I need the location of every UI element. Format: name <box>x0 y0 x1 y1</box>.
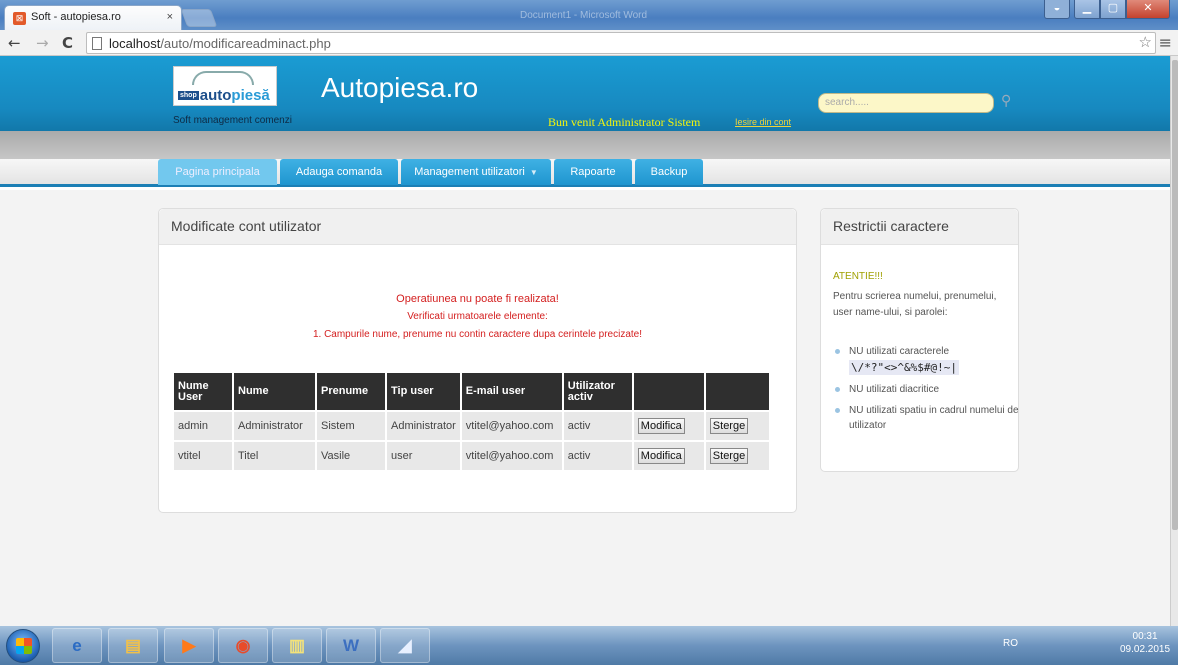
cell-tip: Administrator <box>387 412 460 440</box>
page-icon <box>92 37 102 50</box>
address-bar[interactable]: localhost/auto/modificareadminact.php <box>86 32 1156 54</box>
cell-nume: Administrator <box>234 412 315 440</box>
main-menu: Pagina principala Adauga comanda Managem… <box>0 159 1170 187</box>
error-item: 1. Campurile nume, prenume nu contin car… <box>312 329 643 340</box>
cell-activ: activ <box>563 412 632 440</box>
page-content: Modificate cont utilizator Operatiunea n… <box>0 190 1170 626</box>
logo-text: shop autopiesă <box>178 87 270 104</box>
col-header <box>633 373 704 410</box>
panel-title: Modificate cont utilizator <box>159 209 796 245</box>
start-button[interactable] <box>6 629 40 663</box>
media-player-icon[interactable]: ▶ <box>164 628 214 663</box>
word-icon[interactable]: W <box>326 628 376 663</box>
list-item: NU utilizati diacritice <box>833 382 1019 397</box>
logout-link[interactable]: Iesire din cont <box>735 117 791 127</box>
internet-explorer-icon[interactable]: e <box>52 628 102 663</box>
delete-button[interactable]: Sterge <box>709 448 749 464</box>
list-item: NU utilizati spatiu in cadrul numelui de… <box>833 403 1019 433</box>
tab-management-utilizatori[interactable]: Management utilizatori ▼ <box>401 159 551 185</box>
cell-prenume: Vasile <box>317 442 385 470</box>
col-header: Nume User <box>174 373 232 410</box>
maximize-button[interactable]: ▢ <box>1100 0 1126 19</box>
cell-username: vtitel <box>174 442 232 470</box>
project-icon[interactable]: ▥ <box>272 628 322 663</box>
window-controls: ◒ ▁ ▢ ✕ <box>1044 0 1170 20</box>
tab-backup[interactable]: Backup <box>635 159 703 185</box>
user-icon[interactable]: ◒ <box>1044 0 1070 19</box>
forbidden-characters: \/*?"<>^&%$#@!~| <box>849 360 959 375</box>
restrictions-list: NU utilizati caracterele \/*?"<>^&%$#@!~|… <box>833 344 1019 439</box>
background-window-title: Document1 - Microsoft Word <box>520 10 648 21</box>
col-header: Utilizator activ <box>563 373 632 410</box>
cell-email: vtitel@yahoo.com <box>461 412 562 440</box>
chevron-down-icon: ▼ <box>529 168 538 177</box>
bookmark-star-icon[interactable]: ☆ <box>1139 33 1152 51</box>
chrome-icon[interactable]: ◉ <box>218 628 268 663</box>
list-item: NU utilizati caracterele \/*?"<>^&%$#@!~| <box>833 344 1019 376</box>
table-row: vtitel Titel Vasile user vtitel@yahoo.co… <box>174 442 769 470</box>
site-logo[interactable]: shop autopiesă <box>173 66 277 106</box>
file-explorer-icon[interactable]: ▤ <box>108 628 158 663</box>
modify-button[interactable]: Modifica <box>637 448 685 464</box>
site-header: shop autopiesă Soft management comenzi Au… <box>0 56 1170 131</box>
col-header: E-mail user <box>461 373 562 410</box>
browser-toolbar: ← → C localhost/auto/modificareadminact.… <box>0 30 1178 56</box>
error-title: Operatiunea nu poate fi realizata! <box>396 293 559 305</box>
sidebar-title: Restrictii caractere <box>821 209 1018 245</box>
col-header <box>705 373 769 410</box>
table-row: admin Administrator Sistem Administrator… <box>174 412 769 440</box>
restrictions-panel: Restrictii caractere ATENTIE!!! Pentru s… <box>820 208 1019 472</box>
cell-email: vtitel@yahoo.com <box>461 442 562 470</box>
site-title: Autopiesa.ro <box>321 72 479 103</box>
tab-adauga-comanda[interactable]: Adauga comanda <box>280 159 398 185</box>
site-tagline: Soft management comenzi <box>173 115 292 126</box>
tab-title: Soft - autopiesa.ro <box>31 11 121 23</box>
tab-rapoarte[interactable]: Rapoarte <box>554 159 632 185</box>
cell-nume: Titel <box>234 442 315 470</box>
cell-tip: user <box>387 442 460 470</box>
browser-tabstrip: ⊠ Soft - autopiesa.ro × Document1 - Micr… <box>0 0 1178 30</box>
clock[interactable]: 00:31 09.02.2015 <box>1120 630 1170 656</box>
favicon-icon: ⊠ <box>13 12 26 25</box>
modify-button[interactable]: Modifica <box>637 418 685 434</box>
windows-logo-icon <box>16 638 32 654</box>
cell-prenume: Sistem <box>317 412 385 440</box>
vertical-scrollbar[interactable] <box>1170 56 1178 626</box>
tab-close-icon[interactable]: × <box>167 11 173 23</box>
browser-tab[interactable]: ⊠ Soft - autopiesa.ro × <box>4 5 182 30</box>
browser-menu-icon[interactable]: ≡ <box>1159 33 1172 52</box>
search-icon[interactable]: ⚲ <box>1001 93 1011 109</box>
col-header: Prenume <box>317 373 385 410</box>
restrictions-info: Pentru scrierea numelui, prenumelui, use… <box>833 291 997 318</box>
warning-label: ATENTIE!!! <box>833 271 883 282</box>
users-table: Nume User Nume Prenume Tip user E-mail u… <box>172 371 771 472</box>
url-path: /auto/modificareadminact.php <box>160 36 331 51</box>
new-tab-button[interactable] <box>180 9 218 27</box>
welcome-message: Bun venit Administrator Sistem <box>548 115 701 129</box>
edit-user-panel: Modificate cont utilizator Operatiunea n… <box>158 208 797 513</box>
tray-language[interactable]: RO <box>1003 638 1018 649</box>
col-header: Tip user <box>387 373 460 410</box>
cell-username: admin <box>174 412 232 440</box>
tab-pagina-principala[interactable]: Pagina principala <box>158 159 277 185</box>
close-window-button[interactable]: ✕ <box>1126 0 1170 19</box>
search-input[interactable]: search..... <box>818 93 994 113</box>
windows-taskbar: e ▤ ▶ ◉ ▥ W ◢ RO 00:31 09.02.2015 <box>0 626 1178 665</box>
delete-button[interactable]: Sterge <box>709 418 749 434</box>
scrollbar-thumb[interactable] <box>1172 60 1178 530</box>
notepad-icon[interactable]: ◢ <box>380 628 430 663</box>
col-header: Nume <box>234 373 315 410</box>
url-host: localhost <box>109 36 161 51</box>
error-subtitle: Verificati urmatoarele elemente: <box>407 311 548 322</box>
header-divider <box>0 131 1170 159</box>
reload-icon[interactable]: C <box>62 34 73 52</box>
forward-icon[interactable]: → <box>36 34 49 52</box>
car-icon <box>192 71 254 85</box>
back-icon[interactable]: ← <box>8 34 21 52</box>
minimize-button[interactable]: ▁ <box>1074 0 1100 19</box>
cell-activ: activ <box>563 442 632 470</box>
